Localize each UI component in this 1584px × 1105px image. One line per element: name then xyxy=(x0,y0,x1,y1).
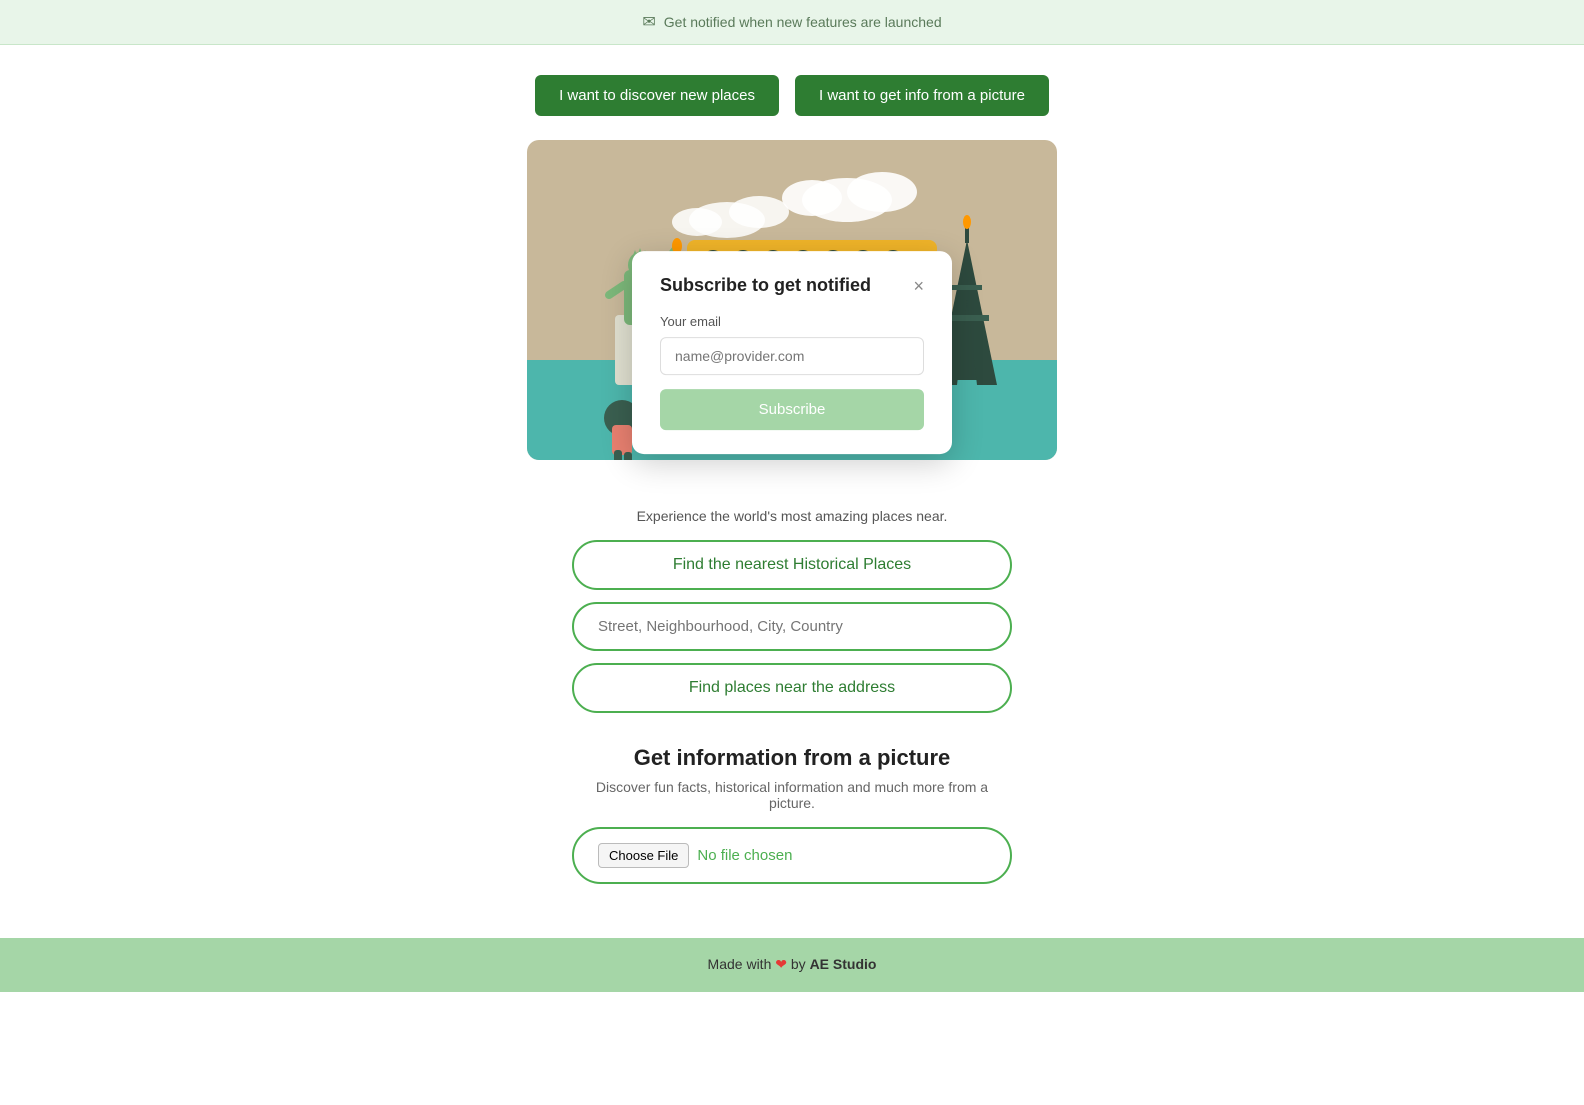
hero-wrapper: Subscribe to get notified × Your email S… xyxy=(527,140,1057,484)
modal-close-button[interactable]: × xyxy=(913,277,924,295)
cta-row: I want to discover new places I want to … xyxy=(535,75,1049,116)
discover-places-button[interactable]: I want to discover new places xyxy=(535,75,779,116)
get-info-picture-button[interactable]: I want to get info from a picture xyxy=(795,75,1049,116)
find-near-address-button[interactable]: Find places near the address xyxy=(572,663,1012,713)
info-section: Get information from a picture Discover … xyxy=(572,745,1012,884)
footer-heart-icon: ❤ xyxy=(775,956,787,972)
choose-file-button[interactable]: Choose File xyxy=(598,843,689,868)
main-content: I want to discover new places I want to … xyxy=(0,45,1584,938)
find-historical-button[interactable]: Find the nearest Historical Places xyxy=(572,540,1012,590)
address-input[interactable] xyxy=(572,602,1012,651)
footer-brand: AE Studio xyxy=(810,956,877,972)
footer-made-with: Made with xyxy=(708,956,772,972)
modal-header: Subscribe to get notified × xyxy=(660,275,924,296)
email-label: Your email xyxy=(660,314,924,329)
action-section: Find the nearest Historical Places Find … xyxy=(572,540,1012,713)
email-input[interactable] xyxy=(660,337,924,375)
subscribe-modal: Subscribe to get notified × Your email S… xyxy=(632,251,952,454)
footer-by: by xyxy=(791,956,806,972)
top-notification-bar: ✉ Get notified when new features are lau… xyxy=(0,0,1584,45)
info-title: Get information from a picture xyxy=(572,745,1012,771)
no-file-text: No file chosen xyxy=(697,847,792,864)
footer-text: Made with ❤ by AE Studio xyxy=(708,956,877,972)
subscribe-button[interactable]: Subscribe xyxy=(660,389,924,430)
info-subtitle: Discover fun facts, historical informati… xyxy=(572,779,1012,811)
file-input-wrapper[interactable]: Choose File No file chosen xyxy=(572,827,1012,884)
experience-text: Experience the world's most amazing plac… xyxy=(637,508,948,524)
top-bar-text: Get notified when new features are launc… xyxy=(664,14,942,30)
footer: Made with ❤ by AE Studio xyxy=(0,938,1584,992)
mail-icon: ✉ xyxy=(642,12,655,32)
modal-title: Subscribe to get notified xyxy=(660,275,871,296)
